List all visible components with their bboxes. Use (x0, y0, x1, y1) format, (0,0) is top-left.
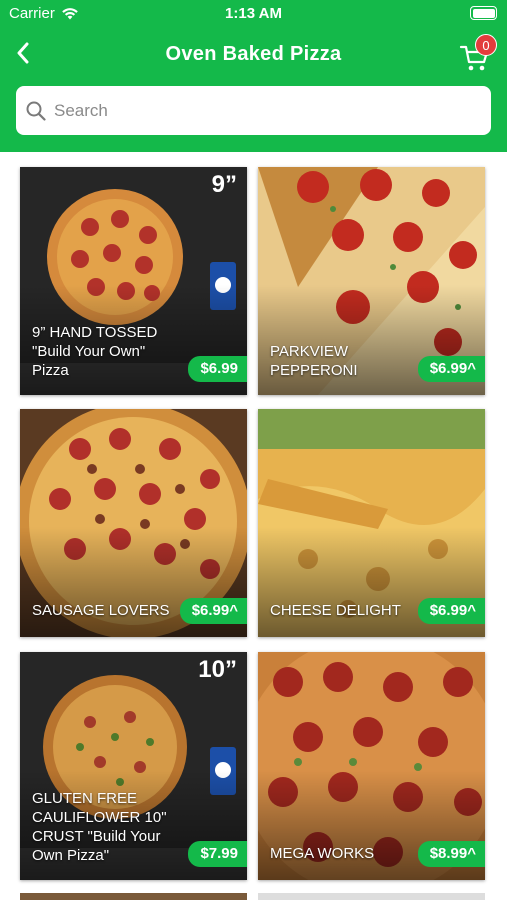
item-name: GLUTEN FREE CAULIFLOWER 10" CRUST "Build… (32, 790, 167, 864)
status-time: 1:13 AM (225, 5, 282, 22)
cart-button[interactable]: 0 (459, 34, 497, 72)
item-name: MEGA WORKS (270, 845, 375, 862)
menu-item-card[interactable]: SAUSAGE LOVERS $6.99^ (20, 409, 247, 637)
size-label: 10” (198, 656, 237, 683)
search-icon (26, 101, 46, 121)
item-price: $6.99 (188, 356, 247, 382)
status-bar: Carrier 1:13 AM (0, 0, 507, 28)
menu-item-card[interactable]: 10” GLUTEN FREE CAULIFLOWER 10" CRUST "B… (20, 652, 247, 880)
menu-item-card[interactable]: MEGA WORKS $8.99^ (258, 652, 485, 880)
item-price: $6.99^ (417, 598, 485, 624)
battery-icon (470, 6, 497, 20)
menu-item-card[interactable]: CHEESE DELIGHT $6.99^ (258, 409, 485, 637)
item-price: $6.99^ (179, 598, 247, 624)
cart-count-badge: 0 (475, 34, 497, 56)
nav-bar: Oven Baked Pizza 0 (0, 30, 507, 82)
item-name: 9” HAND TOSSED "Build Your Own" Pizza (32, 324, 158, 379)
item-price: $8.99^ (417, 841, 485, 867)
size-label: 9” (211, 171, 237, 198)
header-bar: Carrier 1:13 AM Oven Baked Pizza 0 (0, 0, 507, 152)
search-bar[interactable] (16, 86, 491, 135)
item-name: PARKVIEW PEPPERONI (270, 343, 358, 379)
item-price: $6.99^ (417, 356, 485, 382)
menu-item-card[interactable]: PARKVIEW PEPPERONI $6.99^ (258, 167, 485, 395)
item-name: CHEESE DELIGHT (270, 602, 401, 619)
menu-item-card-partial[interactable] (20, 893, 247, 900)
menu-item-card[interactable]: 9” 9” HAND TOSSED "Build Your Own" Pizza… (20, 167, 247, 395)
menu-item-card-partial[interactable] (258, 893, 485, 900)
item-price: $7.99 (188, 841, 247, 867)
search-input[interactable] (54, 100, 454, 121)
item-name: SAUSAGE LOVERS (32, 602, 170, 619)
page-title: Oven Baked Pizza (165, 43, 342, 65)
